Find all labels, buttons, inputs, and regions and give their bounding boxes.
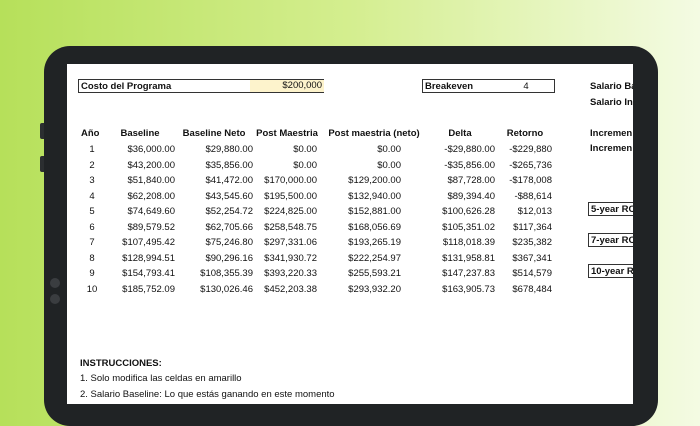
cell-baseline-net: $130,026.46	[200, 283, 253, 295]
increment-row-label: Incremen	[590, 143, 633, 154]
cell-post-masters-net: $168,056.69	[348, 221, 401, 233]
roi-10-label: 10-year R	[591, 266, 633, 277]
cell-post-masters-net: $129,200.00	[348, 175, 401, 186]
cell-post-masters: $0.00	[293, 159, 317, 171]
cell-baseline: $51,840.00	[127, 175, 175, 186]
cell-baseline-net: $35,856.00	[205, 159, 253, 171]
header-baseline-net: Baseline Neto	[182, 128, 246, 139]
cell-delta: $131,958.81	[442, 252, 495, 264]
breakeven-label: Breakeven	[425, 81, 474, 92]
header-post-masters-net: Post maestria (neto)	[328, 128, 420, 139]
cell-return: $367,341	[512, 252, 552, 264]
cell-baseline: $43,200.00	[127, 159, 175, 171]
header-year: Año	[81, 128, 100, 139]
cell-delta: $100,626.28	[442, 206, 495, 217]
cell-baseline: $89,579.52	[127, 221, 175, 233]
roi-7-label: 7-year RO	[591, 235, 633, 246]
program-cost-label: Costo del Programa	[81, 81, 172, 92]
header-return: Retorno	[506, 128, 544, 139]
cell-baseline: $36,000.00	[127, 144, 175, 155]
cell-post-masters: $341,930.72	[264, 252, 317, 264]
cell-post-masters: $0.00	[293, 144, 317, 155]
header-post-masters: Post Maestria	[256, 128, 318, 139]
cell-baseline-net: $90,296.16	[205, 252, 253, 264]
cell-post-masters: $195,500.00	[264, 190, 317, 202]
cell-delta: $118,018.39	[442, 237, 495, 248]
cell-delta: -$35,856.00	[444, 159, 495, 171]
cell-delta: $105,351.02	[442, 221, 495, 233]
program-cost-input[interactable]: $200,000	[250, 80, 324, 92]
cell-baseline: $107,495.42	[122, 237, 175, 248]
increment-header: Incremen	[590, 128, 633, 139]
camera-icon	[50, 278, 60, 288]
cell-baseline-net: $62,705.66	[205, 221, 253, 233]
instructions-title: INSTRUCCIONES:	[80, 358, 162, 369]
cell-delta: $87,728.00	[447, 175, 495, 186]
cell-year: 10	[86, 283, 98, 295]
cell-return: $514,579	[512, 268, 552, 279]
cell-return: -$178,008	[509, 175, 552, 186]
cell-post-masters: $297,331.06	[264, 237, 317, 248]
cell-delta: $147,237.83	[442, 268, 495, 279]
cell-post-masters-net: $193,265.19	[348, 237, 401, 248]
cell-year: 3	[89, 175, 95, 186]
cell-return: $117,364	[513, 221, 552, 233]
cell-post-masters-net: $293,932.20	[348, 283, 401, 295]
breakeven-value: 4	[523, 81, 529, 92]
cell-baseline: $128,994.51	[122, 252, 175, 264]
cell-return: $678,484	[512, 283, 552, 295]
instruction-item: 2. Salario Baseline: Lo que estás ganand…	[80, 389, 335, 400]
salary-increase-label: Salario In	[590, 97, 633, 108]
cell-year: 2	[89, 159, 95, 171]
salary-base-label: Salario Ba	[590, 81, 633, 92]
cell-year: 1	[89, 144, 95, 155]
cell-post-masters-net: $132,940.00	[348, 190, 401, 202]
cell-baseline: $154,793.41	[122, 268, 175, 279]
cell-post-masters-net: $152,881.00	[348, 206, 401, 217]
instruction-item: 1. Solo modifica las celdas en amarillo	[80, 373, 242, 384]
cell-delta: $89,394.40	[447, 190, 495, 202]
cell-return: $12,013	[517, 206, 552, 217]
header-delta: Delta	[448, 128, 472, 139]
cell-return: -$88,614	[514, 190, 552, 202]
cell-year: 4	[89, 190, 95, 202]
cell-baseline-net: $75,246.80	[205, 237, 253, 248]
cell-delta: $163,905.73	[442, 283, 495, 295]
cell-baseline: $62,208.00	[127, 190, 175, 202]
cell-return: -$229,880	[509, 144, 552, 155]
cell-baseline-net: $41,472.00	[205, 175, 253, 186]
cell-post-masters-net: $222,254.97	[348, 252, 401, 264]
cell-baseline-net: $29,880.00	[205, 144, 253, 155]
cell-year: 6	[89, 221, 95, 233]
cell-delta: -$29,880.00	[444, 144, 495, 155]
roi-5-label: 5-year RO	[591, 204, 633, 215]
cell-baseline-net: $43,545.60	[205, 190, 253, 202]
cell-post-masters-net: $0.00	[377, 159, 401, 171]
cell-baseline-net: $108,355.39	[200, 268, 253, 279]
cell-post-masters: $258,548.75	[264, 221, 317, 233]
cell-year: 9	[89, 268, 95, 279]
cell-year: 5	[89, 206, 95, 217]
cell-post-masters: $170,000.00	[264, 175, 317, 186]
cell-post-masters: $452,203.38	[264, 283, 317, 295]
cell-post-masters: $224,825.00	[264, 206, 317, 217]
cell-baseline: $74,649.60	[127, 206, 175, 217]
cell-year: 7	[89, 237, 95, 248]
camera-icon	[50, 294, 60, 304]
cell-baseline-net: $52,254.72	[205, 206, 253, 217]
cell-year: 8	[89, 252, 95, 264]
cell-post-masters-net: $255,593.21	[348, 268, 401, 279]
spreadsheet-screen: Costo del Programa $200,000 Breakeven 4 …	[67, 64, 633, 404]
cell-return: $235,382	[512, 237, 552, 248]
cell-post-masters-net: $0.00	[377, 144, 401, 155]
cell-post-masters: $393,220.33	[264, 268, 317, 279]
header-baseline: Baseline	[120, 128, 160, 139]
cell-baseline: $185,752.09	[122, 283, 175, 295]
cell-return: -$265,736	[509, 159, 552, 171]
